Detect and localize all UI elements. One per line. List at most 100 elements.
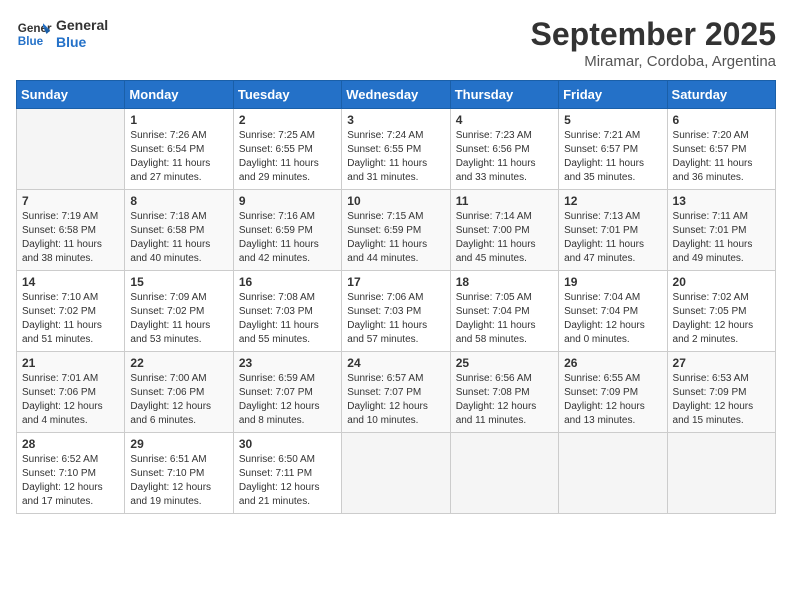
calendar-cell (342, 433, 450, 514)
day-info: Sunrise: 7:16 AM Sunset: 6:59 PM Dayligh… (239, 210, 336, 266)
page-header: General Blue General Blue September 2025… (16, 16, 776, 70)
calendar-cell (667, 433, 775, 514)
calendar-week-row: 21Sunrise: 7:01 AM Sunset: 7:06 PM Dayli… (17, 352, 776, 433)
day-number: 16 (239, 275, 336, 289)
calendar-cell: 7 Sunrise: 7:19 AM Sunset: 6:58 PM Daylig… (17, 190, 125, 271)
calendar-cell: 19 Sunrise: 7:04 AM Sunset: 7:04 PM Dayli… (559, 271, 667, 352)
day-info: Sunrise: 6:53 AM Sunset: 7:09 PM Dayligh… (673, 372, 770, 428)
weekday-header: Monday (125, 81, 233, 109)
day-number: 11 (456, 194, 553, 208)
day-number: 17 (347, 275, 444, 289)
weekday-header: Tuesday (233, 81, 341, 109)
day-info: Sunrise: 6:59 AM Sunset: 7:07 PM Dayligh… (239, 372, 336, 428)
day-number: 7 (22, 194, 119, 208)
day-number: 6 (673, 113, 770, 127)
day-info: Sunrise: 7:18 AM Sunset: 6:58 PM Dayligh… (130, 210, 227, 266)
calendar-week-row: 7 Sunrise: 7:19 AM Sunset: 6:58 PM Daylig… (17, 190, 776, 271)
day-info: Sunrise: 7:09 AM Sunset: 7:02 PM Dayligh… (130, 291, 227, 347)
day-number: 1 (130, 113, 227, 127)
calendar-cell: 6 Sunrise: 7:20 AM Sunset: 6:57 PM Daylig… (667, 109, 775, 190)
day-number: 14 (22, 275, 119, 289)
day-number: 13 (673, 194, 770, 208)
day-number: 30 (239, 437, 336, 451)
logo-blue: Blue (56, 34, 108, 51)
logo: General Blue General Blue (16, 16, 108, 52)
day-info: Sunrise: 7:00 AM Sunset: 7:06 PM Dayligh… (130, 372, 227, 428)
weekday-header: Friday (559, 81, 667, 109)
day-info: Sunrise: 7:02 AM Sunset: 7:05 PM Dayligh… (673, 291, 770, 347)
day-info: Sunrise: 7:25 AM Sunset: 6:55 PM Dayligh… (239, 129, 336, 185)
calendar-cell: 27Sunrise: 6:53 AM Sunset: 7:09 PM Dayli… (667, 352, 775, 433)
calendar-cell: 2 Sunrise: 7:25 AM Sunset: 6:55 PM Daylig… (233, 109, 341, 190)
calendar-week-row: 14Sunrise: 7:10 AM Sunset: 7:02 PM Dayli… (17, 271, 776, 352)
calendar-cell: 3 Sunrise: 7:24 AM Sunset: 6:55 PM Daylig… (342, 109, 450, 190)
calendar-cell: 9Sunrise: 7:16 AM Sunset: 6:59 PM Daylig… (233, 190, 341, 271)
day-info: Sunrise: 7:05 AM Sunset: 7:04 PM Dayligh… (456, 291, 553, 347)
day-info: Sunrise: 7:06 AM Sunset: 7:03 PM Dayligh… (347, 291, 444, 347)
calendar-cell: 26 Sunrise: 6:55 AM Sunset: 7:09 PM Dayli… (559, 352, 667, 433)
day-info: Sunrise: 7:04 AM Sunset: 7:04 PM Dayligh… (564, 291, 661, 347)
day-number: 29 (130, 437, 227, 451)
day-info: Sunrise: 7:01 AM Sunset: 7:06 PM Dayligh… (22, 372, 119, 428)
calendar-cell: 1 Sunrise: 7:26 AM Sunset: 6:54 PM Daylig… (125, 109, 233, 190)
calendar-cell: 29 Sunrise: 6:51 AM Sunset: 7:10 PM Dayli… (125, 433, 233, 514)
calendar-cell: 24 Sunrise: 6:57 AM Sunset: 7:07 PM Dayli… (342, 352, 450, 433)
calendar-cell: 17 Sunrise: 7:06 AM Sunset: 7:03 PM Dayli… (342, 271, 450, 352)
day-info: Sunrise: 7:08 AM Sunset: 7:03 PM Dayligh… (239, 291, 336, 347)
day-number: 24 (347, 356, 444, 370)
month-title: September 2025 (531, 16, 776, 53)
weekday-header-row: SundayMondayTuesdayWednesdayThursdayFrid… (17, 81, 776, 109)
day-info: Sunrise: 6:57 AM Sunset: 7:07 PM Dayligh… (347, 372, 444, 428)
day-info: Sunrise: 6:52 AM Sunset: 7:10 PM Dayligh… (22, 453, 119, 509)
calendar-cell: 5 Sunrise: 7:21 AM Sunset: 6:57 PM Daylig… (559, 109, 667, 190)
calendar-table: SundayMondayTuesdayWednesdayThursdayFrid… (16, 80, 776, 514)
calendar-cell: 18 Sunrise: 7:05 AM Sunset: 7:04 PM Dayli… (450, 271, 558, 352)
title-block: September 2025 Miramar, Cordoba, Argenti… (531, 16, 776, 70)
calendar-cell: 12 Sunrise: 7:13 AM Sunset: 7:01 PM Dayli… (559, 190, 667, 271)
day-number: 5 (564, 113, 661, 127)
svg-text:Blue: Blue (18, 35, 44, 48)
logo-general: General (56, 17, 108, 34)
day-info: Sunrise: 7:14 AM Sunset: 7:00 PM Dayligh… (456, 210, 553, 266)
calendar-cell: 10Sunrise: 7:15 AM Sunset: 6:59 PM Dayli… (342, 190, 450, 271)
day-number: 12 (564, 194, 661, 208)
day-info: Sunrise: 7:21 AM Sunset: 6:57 PM Dayligh… (564, 129, 661, 185)
calendar-week-row: 28 Sunrise: 6:52 AM Sunset: 7:10 PM Dayli… (17, 433, 776, 514)
weekday-header: Wednesday (342, 81, 450, 109)
day-info: Sunrise: 6:50 AM Sunset: 7:11 PM Dayligh… (239, 453, 336, 509)
day-number: 4 (456, 113, 553, 127)
weekday-header: Sunday (17, 81, 125, 109)
day-number: 19 (564, 275, 661, 289)
day-info: Sunrise: 6:51 AM Sunset: 7:10 PM Dayligh… (130, 453, 227, 509)
day-number: 23 (239, 356, 336, 370)
calendar-cell: 14Sunrise: 7:10 AM Sunset: 7:02 PM Dayli… (17, 271, 125, 352)
calendar-cell: 30 Sunrise: 6:50 AM Sunset: 7:11 PM Dayli… (233, 433, 341, 514)
calendar-cell: 23 Sunrise: 6:59 AM Sunset: 7:07 PM Dayli… (233, 352, 341, 433)
day-info: Sunrise: 7:24 AM Sunset: 6:55 PM Dayligh… (347, 129, 444, 185)
day-info: Sunrise: 7:26 AM Sunset: 6:54 PM Dayligh… (130, 129, 227, 185)
day-number: 20 (673, 275, 770, 289)
day-number: 26 (564, 356, 661, 370)
day-info: Sunrise: 7:20 AM Sunset: 6:57 PM Dayligh… (673, 129, 770, 185)
day-info: Sunrise: 6:55 AM Sunset: 7:09 PM Dayligh… (564, 372, 661, 428)
weekday-header: Thursday (450, 81, 558, 109)
day-number: 25 (456, 356, 553, 370)
calendar-cell: 13 Sunrise: 7:11 AM Sunset: 7:01 PM Dayli… (667, 190, 775, 271)
day-info: Sunrise: 7:13 AM Sunset: 7:01 PM Dayligh… (564, 210, 661, 266)
day-number: 2 (239, 113, 336, 127)
day-number: 15 (130, 275, 227, 289)
day-number: 8 (130, 194, 227, 208)
day-number: 3 (347, 113, 444, 127)
calendar-cell: 28 Sunrise: 6:52 AM Sunset: 7:10 PM Dayli… (17, 433, 125, 514)
calendar-week-row: 1 Sunrise: 7:26 AM Sunset: 6:54 PM Daylig… (17, 109, 776, 190)
calendar-cell: 15 Sunrise: 7:09 AM Sunset: 7:02 PM Dayli… (125, 271, 233, 352)
day-info: Sunrise: 6:56 AM Sunset: 7:08 PM Dayligh… (456, 372, 553, 428)
calendar-cell: 25 Sunrise: 6:56 AM Sunset: 7:08 PM Dayli… (450, 352, 558, 433)
day-number: 28 (22, 437, 119, 451)
calendar-cell (559, 433, 667, 514)
location: Miramar, Cordoba, Argentina (531, 53, 776, 70)
day-info: Sunrise: 7:19 AM Sunset: 6:58 PM Dayligh… (22, 210, 119, 266)
day-number: 18 (456, 275, 553, 289)
day-info: Sunrise: 7:11 AM Sunset: 7:01 PM Dayligh… (673, 210, 770, 266)
calendar-cell: 16 Sunrise: 7:08 AM Sunset: 7:03 PM Dayli… (233, 271, 341, 352)
